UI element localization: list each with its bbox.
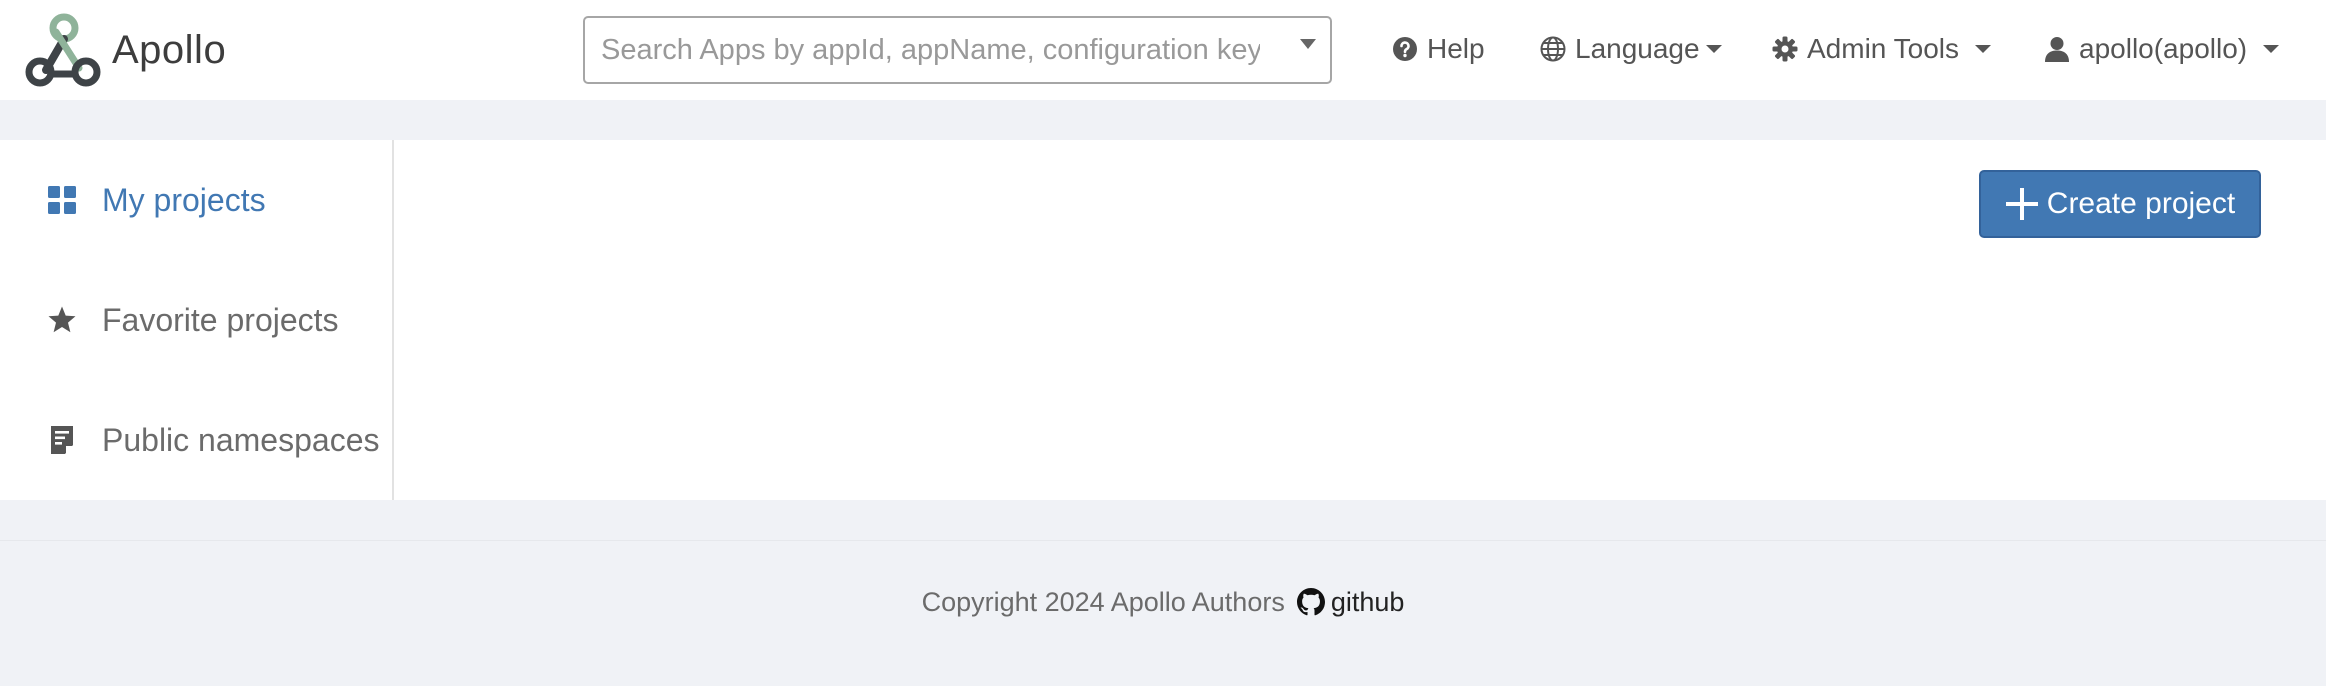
create-project-label: Create project bbox=[2046, 187, 2236, 220]
app-search[interactable] bbox=[583, 16, 1332, 84]
github-icon bbox=[1296, 588, 1325, 616]
sidebar-item-label: Public namespaces bbox=[102, 421, 380, 458]
footer-divider bbox=[0, 540, 2326, 541]
main-panel: My projects Favorite projects Public nam… bbox=[0, 140, 2326, 500]
sidebar-item-label: Favorite projects bbox=[102, 301, 339, 338]
sidebar-item-public-namespaces[interactable]: Public namespaces bbox=[46, 416, 379, 464]
brand-logo-link[interactable]: Apollo bbox=[24, 12, 226, 88]
grid-icon bbox=[48, 186, 76, 214]
language-label: Language bbox=[1575, 33, 1700, 64]
sidebar-item-label: My projects bbox=[102, 181, 266, 218]
document-icon bbox=[51, 426, 73, 454]
github-link[interactable]: github bbox=[1296, 586, 1405, 618]
apollo-logo-icon bbox=[25, 13, 101, 87]
brand-name: Apollo bbox=[112, 27, 227, 72]
user-dropdown[interactable]: apollo(apollo) bbox=[2043, 26, 2280, 72]
copyright-text: Copyright 2024 Apollo Authors bbox=[921, 586, 1285, 617]
sidebar-item-favorite-projects[interactable]: Favorite projects bbox=[46, 296, 339, 344]
user-label: apollo(apollo) bbox=[2079, 33, 2248, 64]
top-navbar: Apollo Help Language bbox=[0, 0, 2326, 100]
search-input[interactable] bbox=[585, 18, 1330, 82]
help-link[interactable]: Help bbox=[1391, 26, 1485, 72]
globe-icon bbox=[1540, 36, 1566, 62]
admin-tools-dropdown[interactable]: Admin Tools bbox=[1771, 26, 1992, 72]
footer: Copyright 2024 Apollo Authors github bbox=[0, 584, 2326, 620]
create-project-button[interactable]: Create project bbox=[1979, 170, 2261, 238]
sidebar-item-my-projects[interactable]: My projects bbox=[46, 176, 266, 224]
plus-icon bbox=[2005, 188, 2038, 220]
user-icon bbox=[2045, 37, 2069, 62]
help-label: Help bbox=[1427, 33, 1485, 64]
star-icon bbox=[48, 306, 76, 333]
chevron-down-icon[interactable] bbox=[1300, 39, 1316, 49]
gear-icon bbox=[1772, 36, 1798, 62]
caret-down-icon bbox=[1705, 45, 1722, 53]
admin-tools-label: Admin Tools bbox=[1807, 33, 1960, 64]
language-dropdown[interactable]: Language bbox=[1539, 26, 1722, 72]
github-link-label: github bbox=[1330, 586, 1405, 617]
caret-down-icon bbox=[1975, 45, 1992, 53]
caret-down-icon bbox=[2263, 45, 2280, 53]
question-circle-icon bbox=[1393, 37, 1417, 61]
sidebar: My projects Favorite projects Public nam… bbox=[0, 140, 394, 500]
